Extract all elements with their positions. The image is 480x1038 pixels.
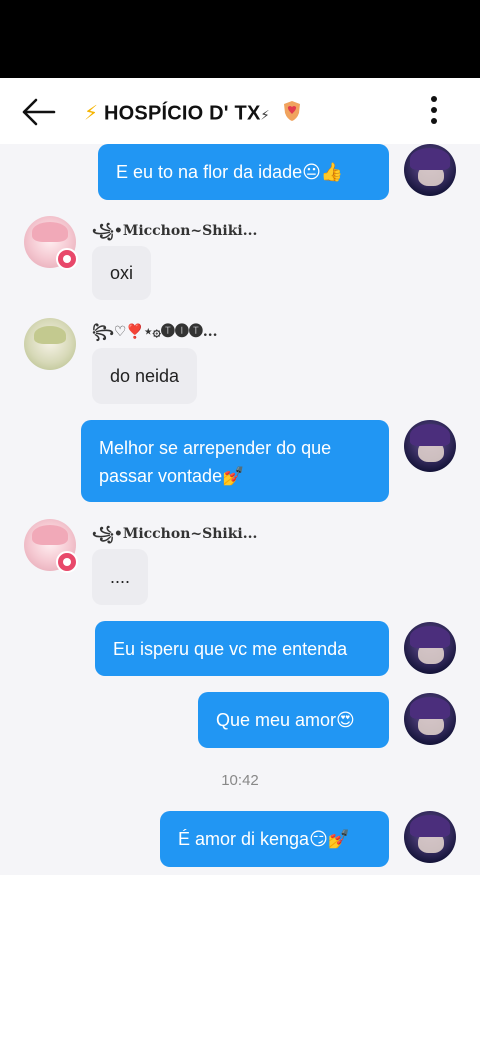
outgoing-message[interactable]: E eu to na flor da idade😐👍	[98, 144, 389, 200]
my-avatar[interactable]	[404, 144, 456, 196]
lightning-icon: ⚡	[84, 102, 99, 125]
chat-title-text: HOSPÍCIO D' TX	[104, 102, 261, 125]
message-timestamp: 10:42	[221, 772, 259, 789]
incoming-message[interactable]: oxi	[92, 246, 152, 300]
outgoing-message[interactable]: Melhor se arrepender do que passar vonta…	[81, 420, 389, 502]
status-bar	[0, 0, 480, 78]
outgoing-message[interactable]: Que meu amor😍	[198, 692, 389, 748]
chat-title[interactable]: ⚡ HOSPÍCIO D' TX⚡	[84, 100, 302, 128]
shield-heart-icon	[282, 100, 302, 128]
blank-area	[0, 875, 480, 1038]
chat-header: ⚡ HOSPÍCIO D' TX⚡	[0, 78, 480, 144]
my-avatar[interactable]	[404, 622, 456, 674]
badge-icon	[56, 551, 78, 573]
sender-name[interactable]: ꧁•Micchon~Shiki...	[92, 219, 257, 248]
lightning-small-icon: ⚡	[260, 107, 270, 123]
sender-name[interactable]: ꧁•Micchon~Shiki...	[92, 522, 257, 551]
sender-avatar[interactable]	[24, 318, 76, 370]
more-options-icon[interactable]	[424, 96, 444, 132]
badge-icon	[56, 248, 78, 270]
my-avatar[interactable]	[404, 420, 456, 472]
my-avatar[interactable]	[404, 811, 456, 863]
my-avatar[interactable]	[404, 693, 456, 745]
outgoing-message[interactable]: Eu isperu que vc me entenda	[95, 621, 389, 676]
outgoing-message[interactable]: É amor di kenga😏💅	[160, 811, 389, 867]
message-list[interactable]: E eu to na flor da idade😐👍 ꧁•Micchon~Shi…	[0, 144, 480, 875]
incoming-message[interactable]: do neida	[92, 348, 198, 404]
back-arrow-icon[interactable]	[20, 96, 56, 128]
sender-name[interactable]: ꧂♡❣️⋆۞🅣🅘🅣...	[92, 320, 217, 349]
incoming-message[interactable]: ....	[92, 549, 149, 605]
